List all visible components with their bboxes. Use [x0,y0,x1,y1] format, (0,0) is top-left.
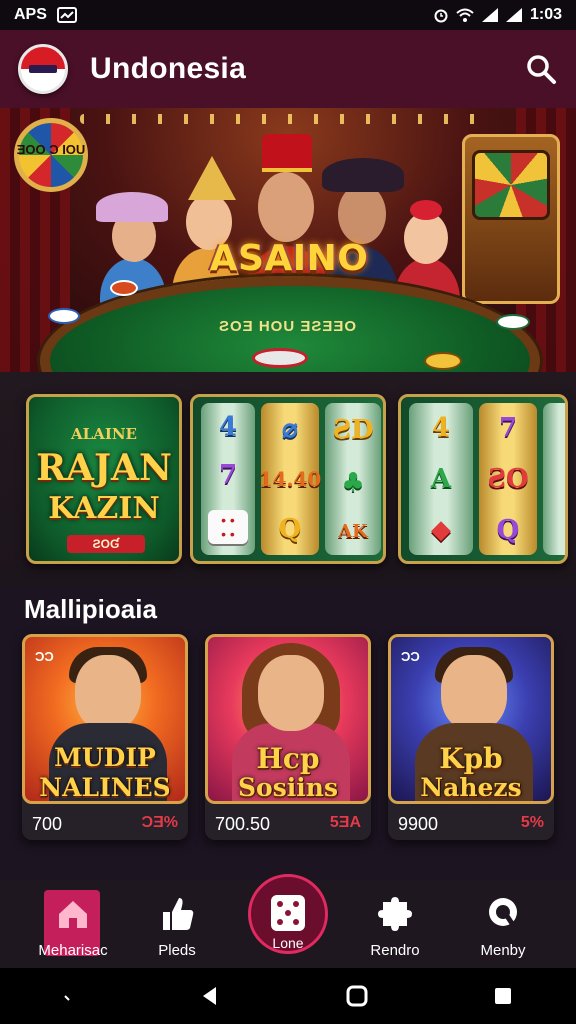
search-icon[interactable] [524,52,558,86]
promo-title-line-1: Kpb [439,742,503,775]
promo-badge: ƆƎ% [141,814,178,831]
promo-value: 9900 [398,814,439,834]
wifi-icon [456,8,474,22]
nav-label-rendro: Rendro [370,942,420,959]
slot-symbol: ƧD [332,414,374,445]
chip-stack-icon-3 [424,352,462,370]
signal-icon-2 [505,8,522,22]
chip-stack-icon-4 [48,308,80,324]
host-avatar [75,655,141,731]
game-card-subtitle: ALAINE [71,425,137,443]
string-lights [80,114,496,124]
promo-card[interactable]: ƆƆ MUDIP NALINES 700 ƆƎ% [22,634,188,840]
promo-card-corner: ƆƆ [35,649,54,664]
slot-symbol: Q [496,514,520,545]
clock: 1:03 [529,6,562,23]
slot-reel [543,403,565,555]
cast-icon [56,7,77,23]
game-card-title-2: KAZIN [48,491,160,526]
nav-item-pleds[interactable]: Pleds [122,886,232,966]
promo-title-line-2: NALINES [39,773,171,802]
promo-card-corner: ƆƆ [401,649,420,664]
promo-title-line-1: MUDIP [54,743,156,772]
nav-label-center: Lone [272,935,304,951]
promo-card-art: Hcp Sosiins [205,634,371,804]
nav-label-pleds: Pleds [158,942,196,959]
nav-item-rendro[interactable]: Rendro [340,886,450,966]
section-title: Mallipioaia [24,594,157,624]
chip-stack-icon-2 [252,348,308,368]
slot-symbol: ⌀ [282,414,298,445]
featured-games-carousel[interactable]: ALAINE RAJAN KAZIN ƧOƓ 4 7 ⌀ 14.40 Q ƧD … [0,372,576,586]
slot-symbol: ƧO [487,463,529,494]
nav-item-menby[interactable]: Menby [448,886,558,966]
promo-title-line-2: Sosiins [237,773,339,802]
slot-symbol: Q [278,513,302,544]
gem-icon: ◆ [431,514,451,545]
clover-icon: ♣ [341,467,365,498]
host-avatar [258,655,324,731]
slot-symbol: 7 [498,413,518,444]
recents-icon[interactable] [493,986,513,1006]
promo-badge: 5% [520,814,544,831]
promo-card-art: ƆƆ MUDIP NALINES [22,634,188,804]
slot-symbol: 7 [218,460,238,490]
promo-title-line-2: Nahezs [420,773,522,802]
slot-reel: 7 ƧO Q [479,403,537,555]
casino-logo: ASAINO [209,238,369,279]
system-nav-bar [0,968,576,1024]
promo-card-footer: 700.50 5ƎA [215,814,361,835]
nav-dot-icon [64,995,70,1001]
game-card-slots-1[interactable]: 4 7 ⌀ 14.40 Q ƧD ♣ AK [190,394,386,564]
slot-reel: ⌀ 14.40 Q [258,403,322,555]
back-icon[interactable] [200,985,220,1007]
promo-card-footer: 9900 5% [398,814,544,835]
country-flag-icon[interactable] [18,44,68,94]
slot-reel: 4 A ◆ [409,403,473,555]
game-card-slots-2[interactable]: 4 A ◆ 7 ƧO Q [398,394,568,564]
nav-label-home: Meharisac [38,942,108,959]
slot-reel: 4 7 [201,403,255,555]
wheel-label: ƎOO Ɔ IOU [16,142,86,157]
slot-symbol: 4 [218,412,238,442]
game-card-title: RAJAN [36,447,172,489]
nav-label-menby: Menby [480,942,526,959]
promo-card-art: ƆƆ Kpb Nahezs [388,634,554,804]
magnifier-icon [489,898,518,931]
hero-banner[interactable]: ƎOO Ɔ IOU ƧOƎ HOU ƎƧƎƎO ASAINO [0,108,576,372]
puzzle-icon [378,897,412,931]
slot-symbol: A [430,463,452,494]
host-avatar [441,655,507,731]
home-button-icon[interactable] [346,985,368,1007]
slot-symbol: AK [338,521,368,543]
game-card-tag: ƧOƓ [67,535,145,553]
game-card-rajan-kazin[interactable]: ALAINE RAJAN KAZIN ƧOƓ [26,394,182,564]
signal-icon [481,8,498,22]
roulette-screen-icon [472,150,550,220]
table-text: ƧOƎ HOU ƎƧƎƎO [218,318,358,335]
promo-title-line-1: Hcp [256,742,320,775]
nav-item-center[interactable]: Lone [248,874,328,954]
slot-reel: ƧD ♣ AK [325,403,381,555]
status-left-text: APS [14,6,47,23]
promo-value: 700.50 [215,814,271,834]
chip-stack-icon [110,280,138,296]
chip-stack-icon-5 [496,314,530,330]
thumbs-up-icon [163,898,194,930]
promo-card[interactable]: ƆƆ Kpb Nahezs 9900 5% [388,634,554,840]
alarm-icon [434,9,448,23]
dice-icon [208,510,248,544]
dice-icon [271,895,305,931]
slot-symbol: 4 [431,413,451,444]
nav-item-home[interactable]: Meharisac [18,886,128,966]
promo-card-footer: 700 ƆƎ% [32,814,178,835]
promo-badge: 5ƎA [329,814,361,831]
slot-symbol: 14.40 [258,466,322,491]
promo-card[interactable]: Hcp Sosiins 700.50 5ƎA [205,634,371,840]
status-bar: APS 1:03 [0,0,576,30]
home-icon [59,901,87,928]
app-bar: Undonesia [0,30,576,108]
app-title: Undonesia [90,52,247,85]
promo-value: 700 [32,814,63,834]
